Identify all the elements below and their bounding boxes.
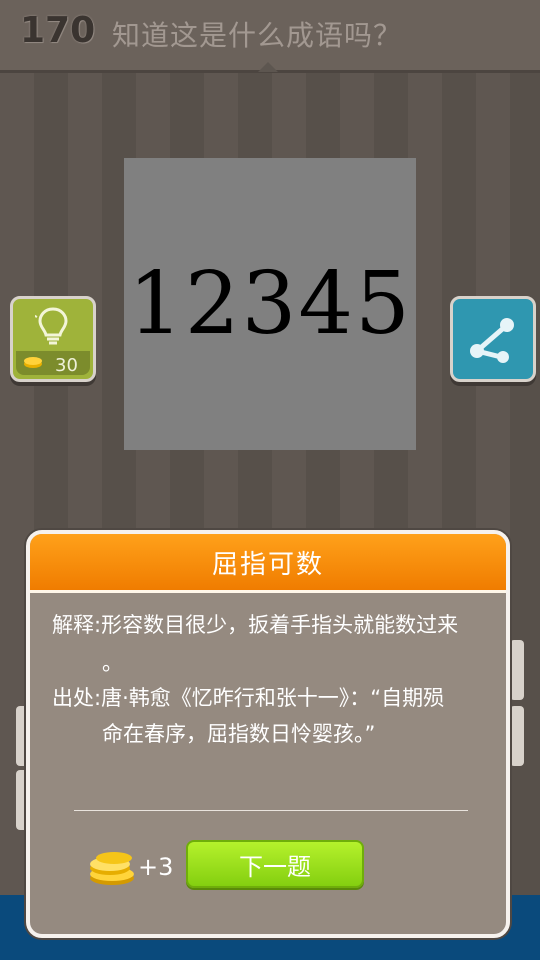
- hint-button[interactable]: 30: [10, 296, 96, 382]
- share-icon: [470, 318, 514, 363]
- definition-text-line1: 形容数目很少，扳着手指头就能数过来: [101, 613, 459, 637]
- answer-tile-right-2: [510, 706, 524, 766]
- answer-dialog: 屈指可数 解释:形容数目很少，扳着手指头就能数过来 。 出处:唐·韩愈《忆昨行和…: [26, 530, 510, 938]
- share-button[interactable]: [450, 296, 536, 382]
- definition-text-line2: 。: [102, 651, 123, 675]
- divider: [74, 810, 468, 811]
- hint-cost: 30: [55, 355, 78, 376]
- coins-icon: [90, 852, 134, 885]
- puzzle-image: 12345: [124, 158, 416, 450]
- level-number: 170: [20, 10, 96, 51]
- definition-block: 解释:形容数目很少，扳着手指头就能数过来 。: [52, 606, 492, 682]
- puzzle-text: 12345: [128, 254, 412, 354]
- source-text-line2: 命在春序，屈指数日怜婴孩。”: [102, 722, 376, 746]
- lightbulb-icon: [35, 307, 68, 345]
- definition-label: 解释:: [52, 613, 102, 637]
- next-question-label: 下一题: [239, 852, 311, 881]
- next-question-button[interactable]: 下一题: [186, 840, 364, 888]
- question-prompt: 知道这是什么成语吗？: [112, 19, 403, 52]
- coin-reward: +3: [138, 853, 174, 881]
- dialog-title: 屈指可数: [211, 549, 324, 580]
- answer-tile-right-1: [510, 640, 524, 700]
- source-label: 出处:: [52, 686, 102, 710]
- source-block: 出处:唐·韩愈《忆昨行和张十一》：“自期殒 命在春序，屈指数日怜婴孩。”: [52, 680, 492, 752]
- dialog-header: 屈指可数: [30, 534, 506, 593]
- top-bar-notch: [258, 62, 278, 72]
- coin-icon: [24, 357, 42, 368]
- source-text-line1: 唐·韩愈《忆昨行和张十一》：“自期殒: [101, 686, 445, 710]
